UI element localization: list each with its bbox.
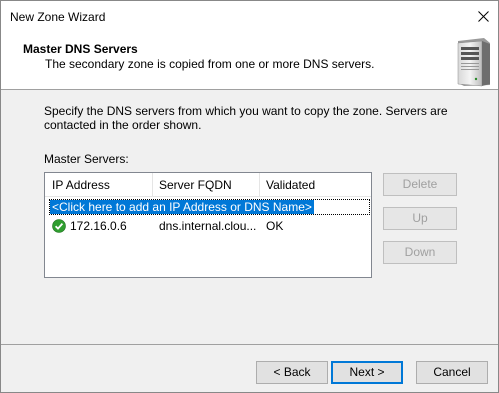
list-header: IP Address Server FQDN Validated (45, 173, 371, 197)
add-server-row[interactable]: <Click here to add an IP Address or DNS … (49, 199, 370, 215)
master-servers-list[interactable]: IP Address Server FQDN Validated <Click … (44, 172, 372, 278)
close-button[interactable] (468, 1, 498, 32)
wizard-window: New Zone Wizard Master DNS Servers The s… (0, 0, 499, 393)
down-button[interactable]: Down (383, 241, 457, 264)
next-button[interactable]: Next > (331, 361, 403, 384)
back-button[interactable]: < Back (256, 361, 328, 384)
column-server-fqdn[interactable]: Server FQDN (152, 173, 259, 197)
column-validated[interactable]: Validated (259, 173, 366, 197)
row-ip-address: 172.16.0.6 (70, 219, 127, 233)
close-icon (477, 11, 489, 22)
page-title: Master DNS Servers (23, 42, 138, 56)
row-validated: OK (266, 219, 284, 233)
footer-divider (1, 344, 498, 345)
add-server-placeholder[interactable]: <Click here to add an IP Address or DNS … (50, 200, 314, 214)
check-circle-icon (52, 219, 66, 233)
server-icon (457, 38, 490, 87)
wizard-header: Master DNS Servers The secondary zone is… (1, 32, 498, 90)
master-servers-label: Master Servers: (44, 152, 129, 166)
window-title: New Zone Wizard (10, 10, 106, 24)
up-button[interactable]: Up (383, 207, 457, 230)
row-server-fqdn: dns.internal.clou... (159, 219, 257, 233)
title-bar: New Zone Wizard (1, 1, 498, 32)
instructions-text: Specify the DNS servers from which you w… (44, 104, 448, 132)
cancel-button[interactable]: Cancel (416, 361, 488, 384)
delete-button[interactable]: Delete (383, 173, 457, 196)
table-row[interactable]: 172.16.0.6 dns.internal.clou... OK (45, 217, 371, 235)
column-ip-address[interactable]: IP Address (45, 173, 152, 197)
page-subtitle: The secondary zone is copied from one or… (45, 57, 375, 71)
